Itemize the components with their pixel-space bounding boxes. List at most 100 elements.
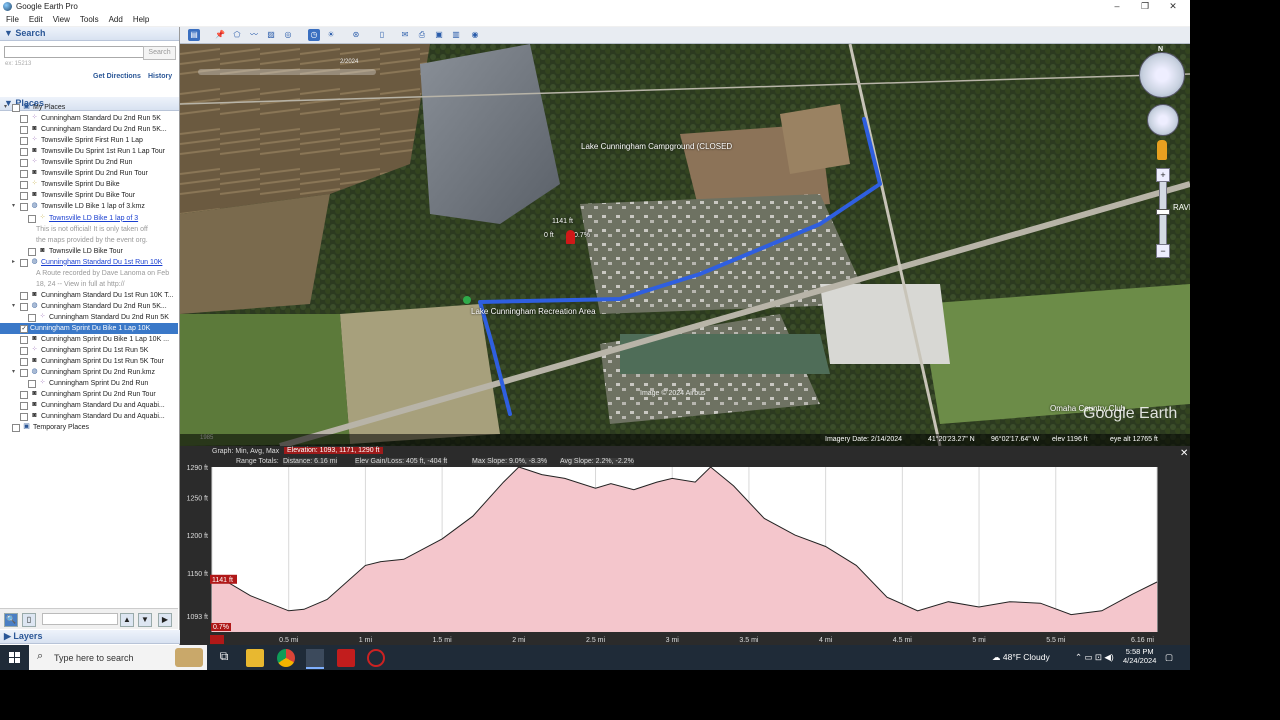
visibility-checkbox[interactable] (20, 159, 28, 168)
satellite-imagery[interactable] (180, 44, 1190, 446)
visibility-checkbox[interactable] (20, 126, 28, 135)
visibility-checkbox[interactable] (20, 402, 28, 411)
visibility-checkbox[interactable] (20, 258, 28, 267)
visibility-checkbox[interactable] (20, 391, 28, 400)
visibility-checkbox[interactable] (20, 358, 28, 367)
file-explorer-icon[interactable] (246, 649, 264, 667)
notifications-icon[interactable]: ▢ (1165, 652, 1173, 663)
minimize-icon[interactable]: – (1103, 0, 1131, 13)
collapse-icon[interactable]: ▾ (2, 102, 9, 113)
search-button[interactable]: Search (143, 46, 176, 60)
places-tree-item[interactable]: ⁘ Cunningham Standard Du 2nd Run 5K (0, 113, 178, 124)
menu-view[interactable]: View (53, 15, 70, 24)
places-tree-item[interactable]: ◙ Cunningham Sprint Du 1st Run 5K Tour (0, 356, 178, 367)
places-tree-item[interactable]: ⁘ Cunningham Standard Du 2nd Run 5K (0, 312, 178, 323)
places-tree-item[interactable]: ▾ ◍ Cunningham Standard Du 2nd Run 5K... (0, 301, 178, 312)
visibility-checkbox[interactable] (28, 214, 36, 223)
sunlight-icon[interactable]: ☀ (325, 29, 337, 41)
street-view-pegman-icon[interactable] (1157, 140, 1167, 160)
move-down-icon[interactable]: ▼ (138, 613, 152, 627)
menu-file[interactable]: File (6, 15, 19, 24)
places-tree-item[interactable]: ⁘ Cunningham Sprint Du 1st Run 5K (0, 345, 178, 356)
history-link[interactable]: History (148, 73, 172, 80)
close-icon[interactable]: ✕ (1159, 0, 1187, 13)
historical-slider[interactable] (198, 69, 376, 75)
google-earth-taskbar-icon[interactable] (306, 649, 324, 669)
zoom-thumb[interactable] (1156, 209, 1170, 215)
expand-icon[interactable]: ▸ (10, 257, 17, 268)
places-tree-item[interactable]: A Route recorded by Dave Lanoma on Feb (0, 268, 178, 279)
tour-play-icon[interactable]: ▶ (158, 613, 172, 627)
search-panel-header[interactable]: ▼ Search (0, 27, 179, 41)
maximize-icon[interactable]: ❐ (1131, 0, 1159, 13)
planets-icon[interactable]: ⊛ (350, 29, 362, 41)
menu-edit[interactable]: Edit (29, 15, 43, 24)
places-tree-item[interactable]: ◙ Cunningham Standard Du and Aquabi... (0, 400, 178, 411)
places-tree-item[interactable]: ◙ Cunningham Standard Du 2nd Run 5K... (0, 124, 178, 135)
print-icon[interactable]: ⎙ (416, 29, 428, 41)
route-start-marker[interactable] (463, 296, 471, 304)
places-tree-item[interactable]: ◙ Cunningham Standard Du 1st Run 10K T... (0, 290, 178, 301)
places-tree-item[interactable]: ◙ Cunningham Sprint Du Bike 1 Lap 10K ... (0, 334, 178, 345)
taskbar-search-box[interactable]: ⌕ Type here to search (29, 645, 207, 670)
places-tree-item[interactable]: ◙ Cunningham Sprint Du 2nd Run Tour (0, 389, 178, 400)
clock[interactable]: 5:58 PM 4/24/2024 (1123, 647, 1156, 665)
places-tree-item[interactable]: ⁘ Townsville Sprint Du 2nd Run (0, 157, 178, 168)
places-tree-item[interactable]: the maps provided by the event org. (0, 235, 178, 246)
save-image-icon[interactable]: ▣ (433, 29, 445, 41)
zoom-out-icon[interactable]: − (1156, 244, 1170, 258)
menu-add[interactable]: Add (109, 15, 123, 24)
visibility-checkbox[interactable] (20, 115, 28, 124)
visibility-checkbox[interactable] (28, 380, 36, 389)
record-tour-icon[interactable]: ◎ (282, 29, 294, 41)
places-tree-item[interactable]: 18, 24 -- View in full at http:// (0, 279, 178, 290)
task-view-icon[interactable]: ⧉ (215, 649, 233, 667)
places-tree-item[interactable]: ⁘ Townsville Sprint First Run 1 Lap (0, 135, 178, 146)
move-joystick[interactable] (1147, 104, 1179, 136)
look-joystick[interactable] (1139, 52, 1185, 98)
view-panel-icon[interactable]: ▯ (22, 613, 36, 627)
view-in-maps-icon[interactable]: ▥ (450, 29, 462, 41)
places-tree-item[interactable]: ◙ Townsville Sprint Du Bike Tour (0, 190, 178, 201)
places-tree-item[interactable]: ⁘ Cunningham Sprint Du 2nd Run (0, 378, 178, 389)
get-directions-link[interactable]: Get Directions (93, 73, 141, 80)
visibility-checkbox[interactable] (12, 104, 20, 112)
visibility-checkbox[interactable] (12, 424, 20, 433)
add-overlay-icon[interactable]: ▨ (265, 29, 277, 41)
places-tree-item[interactable]: ◙ Townsville LD Bike Tour (0, 246, 178, 257)
historical-imagery-icon[interactable]: ◷ (308, 29, 320, 41)
visibility-checkbox[interactable] (28, 313, 36, 322)
menu-help[interactable]: Help (133, 15, 149, 24)
windows-start-icon[interactable] (9, 652, 20, 663)
visibility-checkbox[interactable] (20, 413, 28, 422)
collapse-icon[interactable]: ▾ (10, 201, 17, 212)
layers-panel-header[interactable]: ▶ Layers (0, 630, 182, 644)
visibility-checkbox[interactable] (20, 302, 28, 311)
places-tree-item[interactable]: ◙ Townsville Sprint Du 2nd Run Tour (0, 168, 178, 179)
ruler-icon[interactable]: ▯ (376, 29, 388, 41)
visibility-checkbox[interactable] (20, 170, 28, 179)
places-filter-input[interactable] (42, 613, 118, 625)
add-polygon-icon[interactable]: ⬠ (231, 29, 243, 41)
places-tree-item[interactable]: ✓ Cunningham Sprint Du Bike 1 Lap 10K (0, 323, 178, 334)
places-tree-item[interactable]: ▣ Temporary Places (0, 422, 178, 433)
visibility-checkbox[interactable] (20, 369, 28, 378)
places-tree-item[interactable]: This is not official! It is only taken o… (0, 224, 178, 235)
recreation-area-label[interactable]: Lake Cunningham Recreation Area (471, 307, 596, 316)
zoom-in-icon[interactable]: + (1156, 168, 1170, 182)
north-icon[interactable]: N (1158, 46, 1163, 53)
visibility-checkbox[interactable] (20, 347, 28, 356)
visibility-checkbox[interactable] (28, 247, 36, 256)
add-path-icon[interactable]: 〰 (248, 29, 260, 41)
places-tree-item[interactable]: ▾ ◍ Cunningham Sprint Du 2nd Run.kmz (0, 367, 178, 378)
visibility-checkbox[interactable]: ✓ (20, 325, 28, 333)
acrobat-icon[interactable] (337, 649, 355, 667)
places-tree-item[interactable]: ▾ ◍ Townsville LD Bike 1 lap of 3.kmz (0, 201, 178, 212)
chrome-icon[interactable] (277, 649, 295, 667)
visibility-checkbox[interactable] (20, 336, 28, 345)
search-places-icon[interactable]: 🔍 (4, 613, 18, 627)
search-input[interactable] (4, 46, 144, 58)
record-app-icon[interactable] (367, 649, 385, 667)
tray-icons[interactable]: ⌃ ▭ ⊡ ◀) (1075, 652, 1114, 663)
move-up-icon[interactable]: ▲ (120, 613, 134, 627)
